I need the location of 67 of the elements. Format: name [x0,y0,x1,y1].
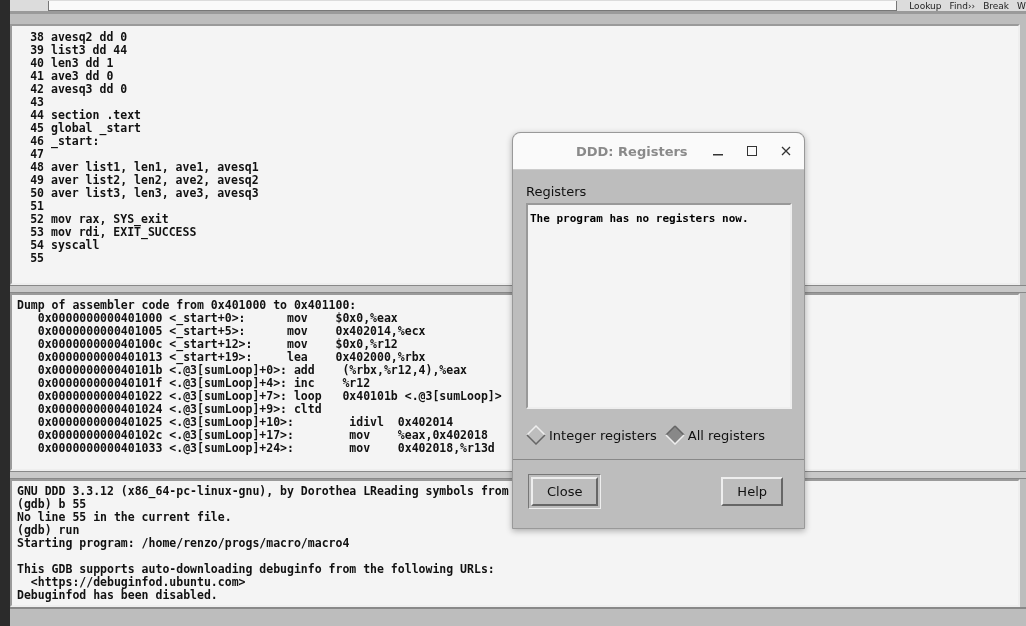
assembler-line: 0x0000000000401022 <.@3[sumLoop]+7>: loop 0x40101b <.@3[sumLoop]> [36,390,502,403]
line-number: 47 [30,148,44,161]
line-number: 49 [30,174,44,187]
assembler-line: 0x0000000000401033 <.@3[sumLoop]+24>: mov 0x402018,%r13d [36,442,495,455]
toolbar-button[interactable]: Find›› [949,2,976,11]
toolbar-button[interactable]: W [1017,2,1026,11]
argument-field[interactable] [48,1,898,11]
line-number: 41 [30,70,44,83]
line-number: 45 [30,122,44,135]
source-line: section .text [51,109,141,122]
minimize-icon[interactable] [713,154,723,156]
line-number: 54 [30,239,44,252]
assembler-line: 0x0000000000401005 <_start+5>: mov 0x402014,%ecx [36,325,426,338]
assembler-line: 0x0000000000401000 <_start+0>: mov $0x0,%eax [37,312,398,325]
assembler-line: 0x0000000000401013 <_start+19>: lea 0x402000,%rbx [36,351,426,364]
assembler-line: 0x0000000000401024 <.@3[sumLoop]+9>: cltd [36,403,322,416]
assembler-line: Dump of assembler code from 0x401000 to 0x401100: [17,299,357,312]
assembler-line: 0x000000000040101b <.@3[sumLoop]+0>: add (%rbx,%r12,4),%eax [36,364,468,377]
source-line: avesq3 dd 0 [51,83,128,96]
line-number: 50 [30,187,44,200]
assembler-line: 0x000000000040100c <_start+12>: mov $0x0,%r12 [36,338,398,351]
line-number: 40 [30,57,44,70]
source-line: avesq2 dd 0 [51,31,128,44]
line-number: 46 [30,135,44,148]
source-line: aver list1, len1, ave1, avesq1 [51,161,259,174]
console-line: <https://debuginfod.ubuntu.com> [30,576,246,589]
line-number: 44 [30,109,44,122]
line-number: 55 [30,252,44,265]
radio-option[interactable]: All registers [664,425,765,445]
source-line: len3 dd 1 [51,57,114,70]
line-number: 52 [30,213,44,226]
line-number: 42 [30,83,44,96]
line-number: 39 [30,44,44,57]
line-number: 51 [30,200,44,213]
source-line: mov rdi, EXIT_SUCCESS [51,226,197,239]
radio-option[interactable]: Integer registers [526,425,657,445]
registers-message: The program has no registers now. [530,212,749,225]
source-line: ave3 dd 0 [51,70,114,83]
registers-label: Registers [526,184,588,199]
line-number: 38 [30,31,44,44]
line-number: 43 [30,96,44,109]
dialog-button[interactable]: Help [721,477,783,506]
console-line: (gdb) b 55 [17,498,87,511]
source-line: syscall [51,239,100,252]
source-line: global _start [51,122,141,135]
console-line: (gdb) run [17,524,80,537]
console-line: Debuginfod has been disabled. [17,589,218,602]
toolbar-button[interactable]: Break [983,2,1010,11]
maximize-icon[interactable] [747,146,757,156]
toolbar-button[interactable]: Lookup [909,2,942,11]
assembler-line: 0x0000000000401025 <.@3[sumLoop]+10>: idivl 0x402014 [36,416,454,429]
assembler-line: 0x000000000040101f <.@3[sumLoop]+4>: inc %r12 [36,377,371,390]
source-line: list3 dd 44 [51,44,128,57]
assembler-line: 0x000000000040102c <.@3[sumLoop]+17>: mov %eax,0x402018 [36,429,488,442]
console-line: No line 55 in the current file. [17,511,232,524]
line-number: 48 [30,161,44,174]
line-number: 53 [30,226,44,239]
source-line: aver list3, len3, ave3, avesq3 [51,187,259,200]
console-line: Starting program: /home/renzo/progs/macro/macro4 [17,537,350,550]
dialog-button[interactable]: Close [531,477,599,506]
source-line: aver list2, len2, ave2, avesq2 [51,174,259,187]
close-icon[interactable] [781,146,791,156]
console-line: This GDB supports auto-downloading debuginfo from the following URLs: [17,563,495,576]
source-line: _start: [51,135,100,148]
source-line: mov rax, SYS_exit [51,213,169,226]
window-title: DDD: Registers [576,143,689,159]
console-line: GNU DDD 3.3.12 (x86_64-pc-linux-gnu), by Dorothea LReading symbols from [17,485,509,498]
